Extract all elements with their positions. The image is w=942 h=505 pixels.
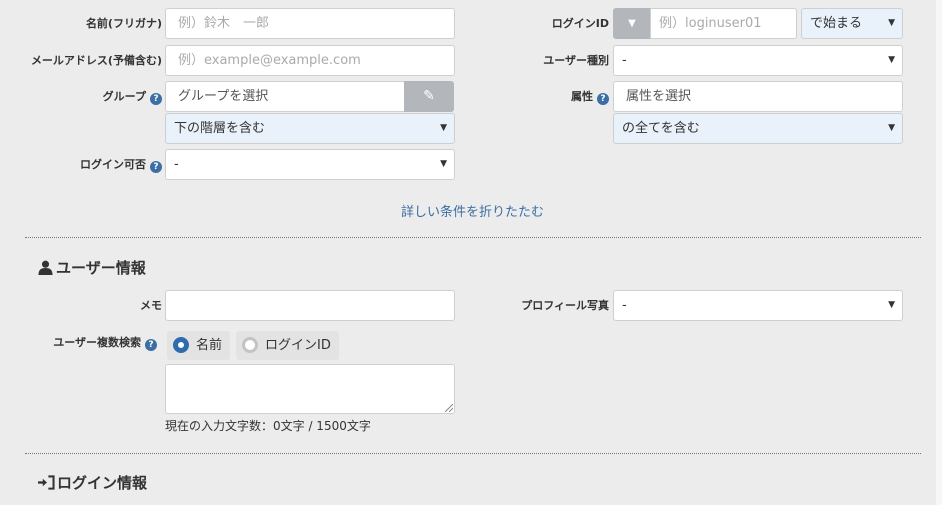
- help-icon[interactable]: ?: [597, 93, 609, 105]
- login-allowed-label: ログイン可否: [80, 158, 146, 171]
- edit-icon: ✎: [423, 88, 435, 104]
- divider: [25, 237, 921, 238]
- help-icon[interactable]: ?: [145, 339, 157, 351]
- name-kana-label: 名前(フリガナ): [85, 17, 162, 30]
- name-kana-input[interactable]: 例）鈴木 一郎: [165, 8, 455, 39]
- user-icon: [38, 260, 53, 275]
- login-info-heading: ログイン情報: [38, 474, 147, 492]
- login-id-placeholder: 例）loginuser01: [659, 16, 762, 31]
- chevron-down-icon: ▼: [440, 159, 447, 169]
- resize-handle-icon[interactable]: [445, 404, 453, 412]
- attribute-scope-value: の全てを含む: [622, 121, 700, 136]
- user-info-title: ユーザー情報: [56, 259, 146, 277]
- profile-photo-select[interactable]: - ▼: [613, 290, 903, 321]
- email-input[interactable]: 例）example@example.com: [165, 45, 455, 76]
- multi-search-label: ユーザー複数検索: [53, 336, 141, 349]
- char-counter: 現在の入力文字数：0文字 / 1500文字: [165, 419, 371, 433]
- login-info-title: ログイン情報: [57, 474, 148, 492]
- login-id-input[interactable]: 例）loginuser01: [650, 8, 797, 39]
- divider: [25, 453, 921, 454]
- name-kana-placeholder: 例）鈴木 一郎: [178, 16, 270, 31]
- login-id-label: ログインID: [551, 17, 609, 30]
- help-icon[interactable]: ?: [150, 93, 162, 105]
- group-label-wrap: グループ?: [103, 90, 162, 105]
- group-placeholder: グループを選択: [178, 89, 269, 104]
- user-type-label: ユーザー種別: [543, 54, 609, 67]
- email-placeholder: 例）example@example.com: [178, 53, 361, 68]
- user-type-value: -: [622, 53, 627, 68]
- profile-photo-label: プロフィール写真: [521, 299, 609, 312]
- multi-search-textarea[interactable]: [165, 364, 455, 414]
- chevron-down-icon: ▼: [888, 123, 895, 133]
- memo-label: メモ: [140, 299, 162, 312]
- memo-input[interactable]: [165, 290, 455, 321]
- sign-in-icon: [38, 475, 55, 490]
- login-allowed-label-wrap: ログイン可否?: [80, 158, 162, 173]
- user-type-select[interactable]: - ▼: [613, 45, 903, 76]
- group-select-button[interactable]: ✎: [404, 81, 454, 112]
- radio-selected-icon: [173, 337, 189, 353]
- search-form: 名前(フリガナ) 例）鈴木 一郎 ログインID ▼ 例）loginuser01 …: [10, 0, 932, 505]
- attribute-input[interactable]: 属性を選択: [613, 81, 903, 112]
- multi-search-label-wrap: ユーザー複数検索?: [53, 336, 157, 351]
- collapse-conditions-link[interactable]: 詳しい条件を折りたたむ: [401, 201, 544, 220]
- radio-login-id-label: ログインID: [265, 338, 331, 353]
- scrollbar[interactable]: [936, 0, 942, 505]
- group-scope-select[interactable]: 下の階層を含む ▼: [165, 113, 455, 144]
- radio-login-id[interactable]: ログインID: [236, 331, 339, 360]
- attribute-placeholder: 属性を選択: [626, 89, 692, 104]
- radio-name-label: 名前: [196, 338, 223, 353]
- login-id-match-value: で始まる: [810, 16, 863, 31]
- chevron-down-icon: ▼: [888, 300, 895, 310]
- user-info-heading: ユーザー情報: [38, 259, 146, 277]
- group-input[interactable]: グループを選択: [165, 81, 405, 112]
- login-id-match-select[interactable]: で始まる ▼: [801, 8, 903, 39]
- group-scope-value: 下の階層を含む: [174, 121, 266, 136]
- attribute-label: 属性: [571, 90, 593, 103]
- chevron-down-icon: ▼: [888, 55, 895, 65]
- email-label: メールアドレス(予備含む): [30, 54, 162, 67]
- radio-unselected-icon: [242, 337, 258, 353]
- help-icon[interactable]: ?: [150, 161, 162, 173]
- chevron-down-icon: ▼: [888, 18, 895, 28]
- group-label: グループ: [102, 90, 146, 103]
- login-allowed-value: -: [174, 157, 179, 172]
- login-allowed-select[interactable]: - ▼: [165, 149, 455, 180]
- radio-name[interactable]: 名前: [167, 331, 231, 360]
- attribute-label-wrap: 属性?: [571, 90, 609, 105]
- login-id-toggle-button[interactable]: ▼: [613, 8, 651, 39]
- chevron-down-icon: ▼: [440, 123, 447, 133]
- profile-photo-value: -: [622, 298, 627, 313]
- attribute-scope-select[interactable]: の全てを含む ▼: [613, 113, 903, 144]
- chevron-down-icon: ▼: [628, 18, 636, 29]
